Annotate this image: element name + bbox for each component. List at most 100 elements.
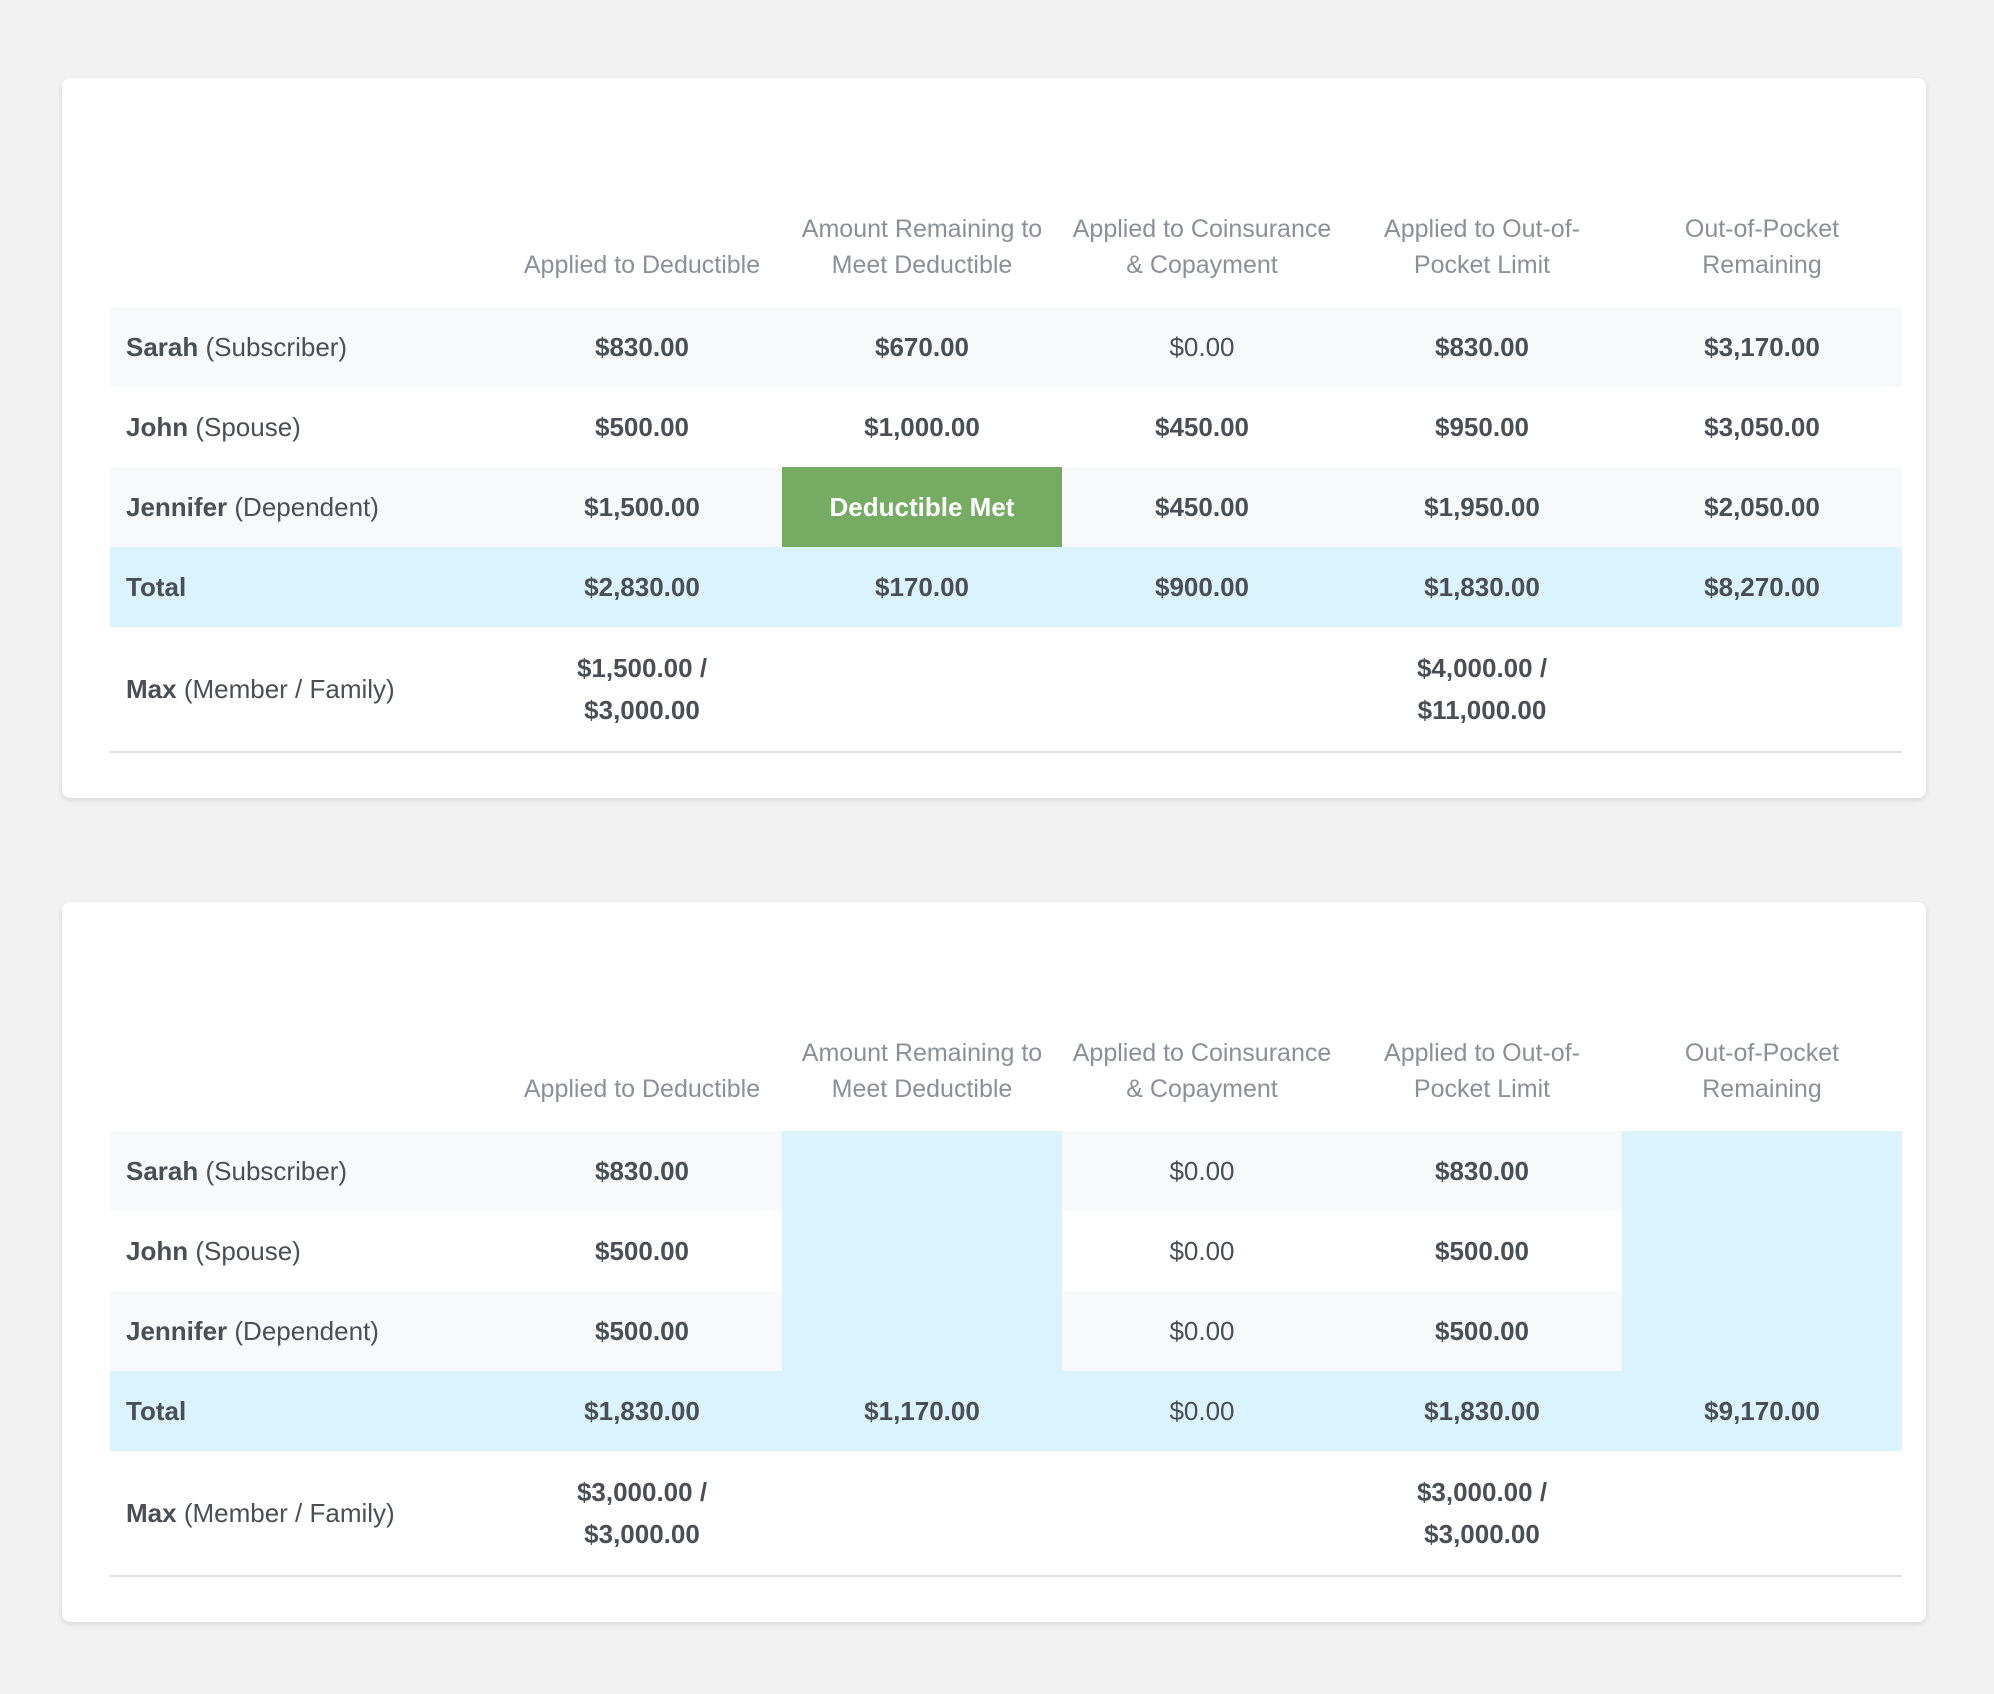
coinsurance-copayment-cell: $0.00 <box>1062 307 1342 387</box>
amount-remaining-cell: $670.00 <box>782 307 1062 387</box>
member-name: Jennifer <box>126 491 228 522</box>
applied-to-deductible-total: $2,830.00 <box>502 547 782 627</box>
column-header-applied-to-oop-limit: Applied to Out-of-Pocket Limit <box>1384 1039 1580 1103</box>
max-deductible-cell: $3,000.00 / $3,000.00 <box>502 1451 782 1577</box>
coinsurance-copayment-cell: $0.00 <box>1062 1291 1342 1371</box>
table-header-row: Applied to Deductible Amount Remaining t… <box>110 78 1902 307</box>
table-row: Sarah (Subscriber) $830.00 $670.00 $0.00… <box>110 307 1902 387</box>
max-name: Max <box>126 1498 177 1528</box>
max-role: (Member / Family) <box>183 674 395 704</box>
deductible-summary-card-individual: Applied to Deductible Amount Remaining t… <box>62 78 1926 798</box>
applied-to-oop-limit-total: $1,830.00 <box>1342 1371 1622 1451</box>
table-row: John (Spouse) $500.00 $1,000.00 $450.00 … <box>110 387 1902 467</box>
member-label: Jennifer (Dependent) <box>110 1291 502 1371</box>
member-name: Jennifer <box>126 1315 228 1346</box>
empty-cell <box>782 627 1062 753</box>
oop-remaining-total: $9,170.00 <box>1622 1371 1902 1451</box>
oop-remaining-total: $8,270.00 <box>1622 547 1902 627</box>
member-name: John <box>126 411 189 442</box>
column-header-amount-remaining: Amount Remaining to Meet Deductible <box>801 215 1043 279</box>
amount-remaining-total: $1,170.00 <box>782 1371 1062 1451</box>
table-row: John (Spouse) $500.00 $0.00 $500.00 <box>110 1211 1902 1291</box>
applied-to-oop-limit-cell: $1,950.00 <box>1342 467 1622 547</box>
max-deductible-family: $3,000.00 <box>584 1519 700 1549</box>
applied-to-oop-limit-cell: $950.00 <box>1435 411 1529 442</box>
member-label: Jennifer (Dependent) <box>110 467 502 547</box>
deductible-table: Applied to Deductible Amount Remaining t… <box>110 902 1902 1577</box>
max-oop-limit-cell: $4,000.00 / $11,000.00 <box>1342 627 1622 753</box>
member-role: (Dependent) <box>234 1315 379 1346</box>
member-role: (Subscriber) <box>205 1155 348 1186</box>
column-header-coinsurance-copayment: Applied to Coinsurance & Copayment <box>1072 1039 1332 1103</box>
member-label: Sarah (Subscriber) <box>110 307 502 387</box>
table-row: Jennifer (Dependent) $500.00 $0.00 $500.… <box>110 1291 1902 1371</box>
max-deductible-member: $3,000.00 / <box>576 1477 708 1507</box>
applied-to-deductible-total: $1,830.00 <box>502 1371 782 1451</box>
applied-to-oop-limit-total: $1,830.00 <box>1342 547 1622 627</box>
column-header-applied-to-deductible: Applied to Deductible <box>523 251 761 279</box>
applied-to-deductible-cell: $500.00 <box>595 411 689 442</box>
deductible-met-badge: Deductible Met <box>782 467 1062 547</box>
total-row: Total $1,830.00 $1,170.00 $0.00 $1,830.0… <box>110 1371 1902 1451</box>
column-header-amount-remaining: Amount Remaining to Meet Deductible <box>801 1039 1043 1103</box>
applied-to-deductible-cell: $500.00 <box>595 1235 689 1266</box>
column-header-applied-to-oop-limit: Applied to Out-of-Pocket Limit <box>1384 215 1580 279</box>
oop-remaining-cell <box>1622 1291 1902 1371</box>
applied-to-oop-limit-cell: $500.00 <box>1435 1235 1529 1266</box>
max-deductible-cell: $1,500.00 / $3,000.00 <box>502 627 782 753</box>
member-name: Sarah <box>126 331 199 362</box>
oop-remaining-cell <box>1622 1131 1902 1211</box>
total-name: Total <box>126 571 187 602</box>
member-label: John (Spouse) <box>110 387 502 467</box>
amount-remaining-cell <box>782 1291 1062 1371</box>
total-row: Total $2,830.00 $170.00 $900.00 $1,830.0… <box>110 547 1902 627</box>
empty-cell <box>1062 627 1342 753</box>
applied-to-deductible-cell: $500.00 <box>502 1291 782 1371</box>
column-header-oop-remaining: Out-of-Pocket Remaining <box>1684 215 1840 279</box>
column-header-oop-remaining: Out-of-Pocket Remaining <box>1684 1039 1840 1103</box>
coinsurance-copayment-total: $0.00 <box>1062 1371 1342 1451</box>
oop-remaining-cell: $3,050.00 <box>1704 411 1820 442</box>
max-role: (Member / Family) <box>183 1498 395 1528</box>
max-label: Max (Member / Family) <box>110 627 502 753</box>
column-header-member <box>110 78 502 307</box>
coinsurance-copayment-cell: $450.00 <box>1062 467 1342 547</box>
coinsurance-copayment-cell: $450.00 <box>1155 411 1249 442</box>
amount-remaining-cell: $1,000.00 <box>864 411 980 442</box>
max-oop-member: $3,000.00 / <box>1416 1477 1548 1507</box>
max-name: Max <box>126 674 177 704</box>
table-header-row: Applied to Deductible Amount Remaining t… <box>110 902 1902 1131</box>
max-label: Max (Member / Family) <box>110 1451 502 1577</box>
empty-cell <box>1622 627 1902 753</box>
max-oop-family: $3,000.00 <box>1424 1519 1540 1549</box>
amount-remaining-total: $170.00 <box>782 547 1062 627</box>
amount-remaining-cell <box>782 1131 1062 1211</box>
coinsurance-copayment-cell: $0.00 <box>1062 1131 1342 1211</box>
coinsurance-copayment-cell: $0.00 <box>1169 1235 1235 1266</box>
total-label: Total <box>110 1371 502 1451</box>
applied-to-deductible-cell: $830.00 <box>502 307 782 387</box>
max-oop-member: $4,000.00 / <box>1416 653 1548 683</box>
deductible-summary-card-family: Applied to Deductible Amount Remaining t… <box>62 902 1926 1622</box>
empty-cell <box>782 1451 1062 1577</box>
member-role: (Subscriber) <box>205 331 348 362</box>
max-deductible-member: $1,500.00 / <box>576 653 708 683</box>
empty-cell <box>1062 1451 1342 1577</box>
column-header-member <box>110 902 502 1131</box>
oop-remaining-cell: $2,050.00 <box>1622 467 1902 547</box>
member-name: John <box>126 1235 189 1266</box>
oop-remaining-cell <box>1622 1211 1902 1291</box>
member-role: (Dependent) <box>234 491 379 522</box>
max-oop-family: $11,000.00 <box>1417 695 1547 725</box>
max-row: Max (Member / Family) $3,000.00 /$3,000.… <box>110 1451 1902 1577</box>
column-header-coinsurance-copayment: Applied to Coinsurance & Copayment <box>1072 215 1332 279</box>
member-name: Sarah <box>126 1155 199 1186</box>
total-label: Total <box>110 547 502 627</box>
applied-to-oop-limit-cell: $830.00 <box>1342 1131 1622 1211</box>
applied-to-deductible-cell: $1,500.00 <box>502 467 782 547</box>
coinsurance-copayment-total: $900.00 <box>1062 547 1342 627</box>
table-row: Sarah (Subscriber) $830.00 $0.00 $830.00 <box>110 1131 1902 1211</box>
member-role: (Spouse) <box>195 411 301 442</box>
amount-remaining-cell <box>782 1211 1062 1291</box>
column-header-applied-to-deductible: Applied to Deductible <box>523 1075 761 1103</box>
